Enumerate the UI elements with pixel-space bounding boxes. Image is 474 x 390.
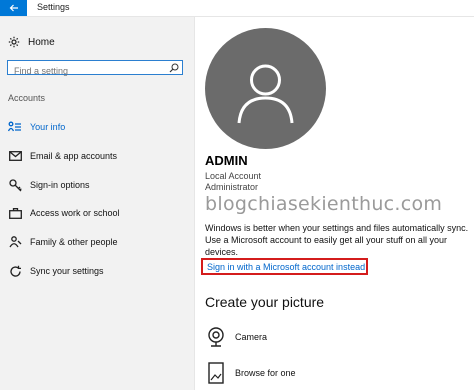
- back-arrow-icon: [9, 4, 18, 12]
- user-name: ADMIN: [205, 153, 248, 168]
- sidebar-item-label: Your info: [30, 122, 66, 132]
- microsoft-signin-highlight: Sign in with a Microsoft account instead: [201, 258, 368, 275]
- sync-icon: [8, 264, 22, 278]
- sidebar-item-label: Access work or school: [30, 208, 120, 218]
- sidebar-item-email-app-accounts[interactable]: Email & app accounts: [0, 145, 194, 167]
- account-role: Administrator: [205, 182, 259, 192]
- email-icon: [8, 149, 22, 163]
- title-bar: Settings: [0, 0, 474, 17]
- sidebar-item-label: Sign-in options: [30, 180, 90, 190]
- sync-info-text: Windows is better when your settings and…: [205, 223, 469, 257]
- back-button[interactable]: [0, 0, 27, 16]
- sidebar-item-your-info[interactable]: Your info: [0, 116, 194, 138]
- people-icon: [8, 235, 22, 249]
- create-picture-heading: Create your picture: [205, 294, 325, 310]
- key-icon: [8, 178, 22, 192]
- search-icon[interactable]: [169, 63, 179, 73]
- camera-label: Camera: [235, 332, 268, 342]
- watermark-text: blogchiasekienthuc.com: [205, 193, 443, 215]
- sidebar-item-sync-settings[interactable]: Sync your settings: [0, 260, 194, 282]
- gear-icon: [8, 36, 20, 48]
- search-input[interactable]: [8, 65, 164, 76]
- section-title: Accounts: [8, 93, 46, 103]
- browse-option[interactable]: Browse for one: [205, 362, 296, 384]
- avatar: [205, 28, 326, 149]
- sidebar-item-family-other-people[interactable]: Family & other people: [0, 231, 194, 253]
- briefcase-icon: [8, 206, 22, 220]
- search-box[interactable]: [7, 60, 183, 76]
- browse-label: Browse for one: [235, 368, 296, 378]
- home-label: Home: [28, 36, 55, 48]
- sidebar-item-label: Sync your settings: [30, 266, 104, 276]
- user-silhouette-icon: [237, 64, 294, 124]
- sidebar-item-label: Family & other people: [30, 237, 118, 247]
- sidebar-item-sign-in-options[interactable]: Sign-in options: [0, 174, 194, 196]
- home-nav-item[interactable]: Home: [8, 34, 55, 50]
- sidebar-item-access-work-school[interactable]: Access work or school: [0, 202, 194, 224]
- sidebar-item-label: Email & app accounts: [30, 151, 118, 161]
- microsoft-signin-link[interactable]: Sign in with a Microsoft account instead: [207, 262, 365, 272]
- camera-icon: [205, 326, 227, 348]
- account-type: Local Account: [205, 171, 262, 181]
- window-title: Settings: [37, 2, 70, 12]
- camera-option[interactable]: Camera: [205, 326, 267, 348]
- browse-icon: [205, 362, 227, 384]
- person-list-icon: [8, 120, 22, 134]
- sidebar: Home Accounts Your info Email & app acco…: [0, 17, 195, 390]
